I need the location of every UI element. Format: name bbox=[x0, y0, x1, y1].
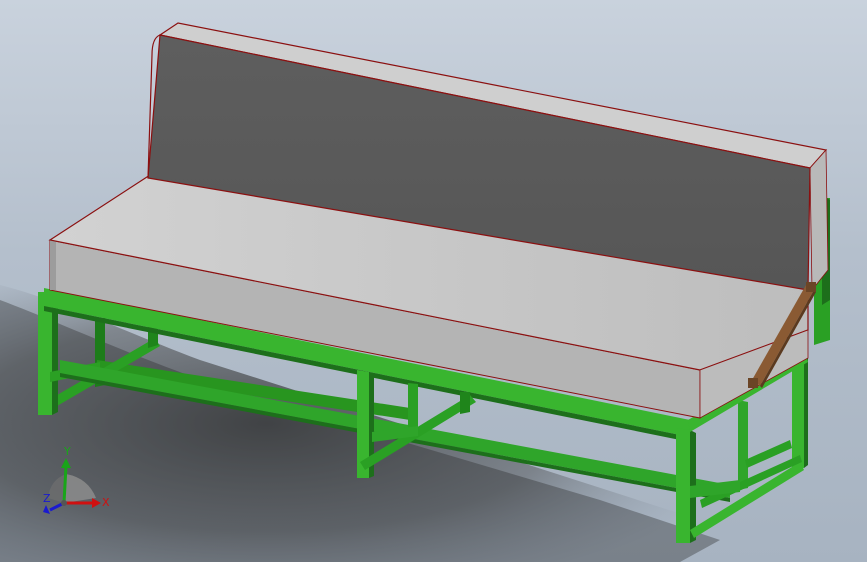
sofa-bench-model[interactable]: Y X Z bbox=[0, 0, 867, 562]
model-viewport[interactable]: Y X Z bbox=[0, 0, 867, 562]
y-axis-label: Y bbox=[63, 445, 71, 458]
y-axis-arrow bbox=[62, 465, 68, 504]
z-axis-label: Z bbox=[43, 492, 51, 505]
x-axis-label: X bbox=[102, 496, 110, 509]
